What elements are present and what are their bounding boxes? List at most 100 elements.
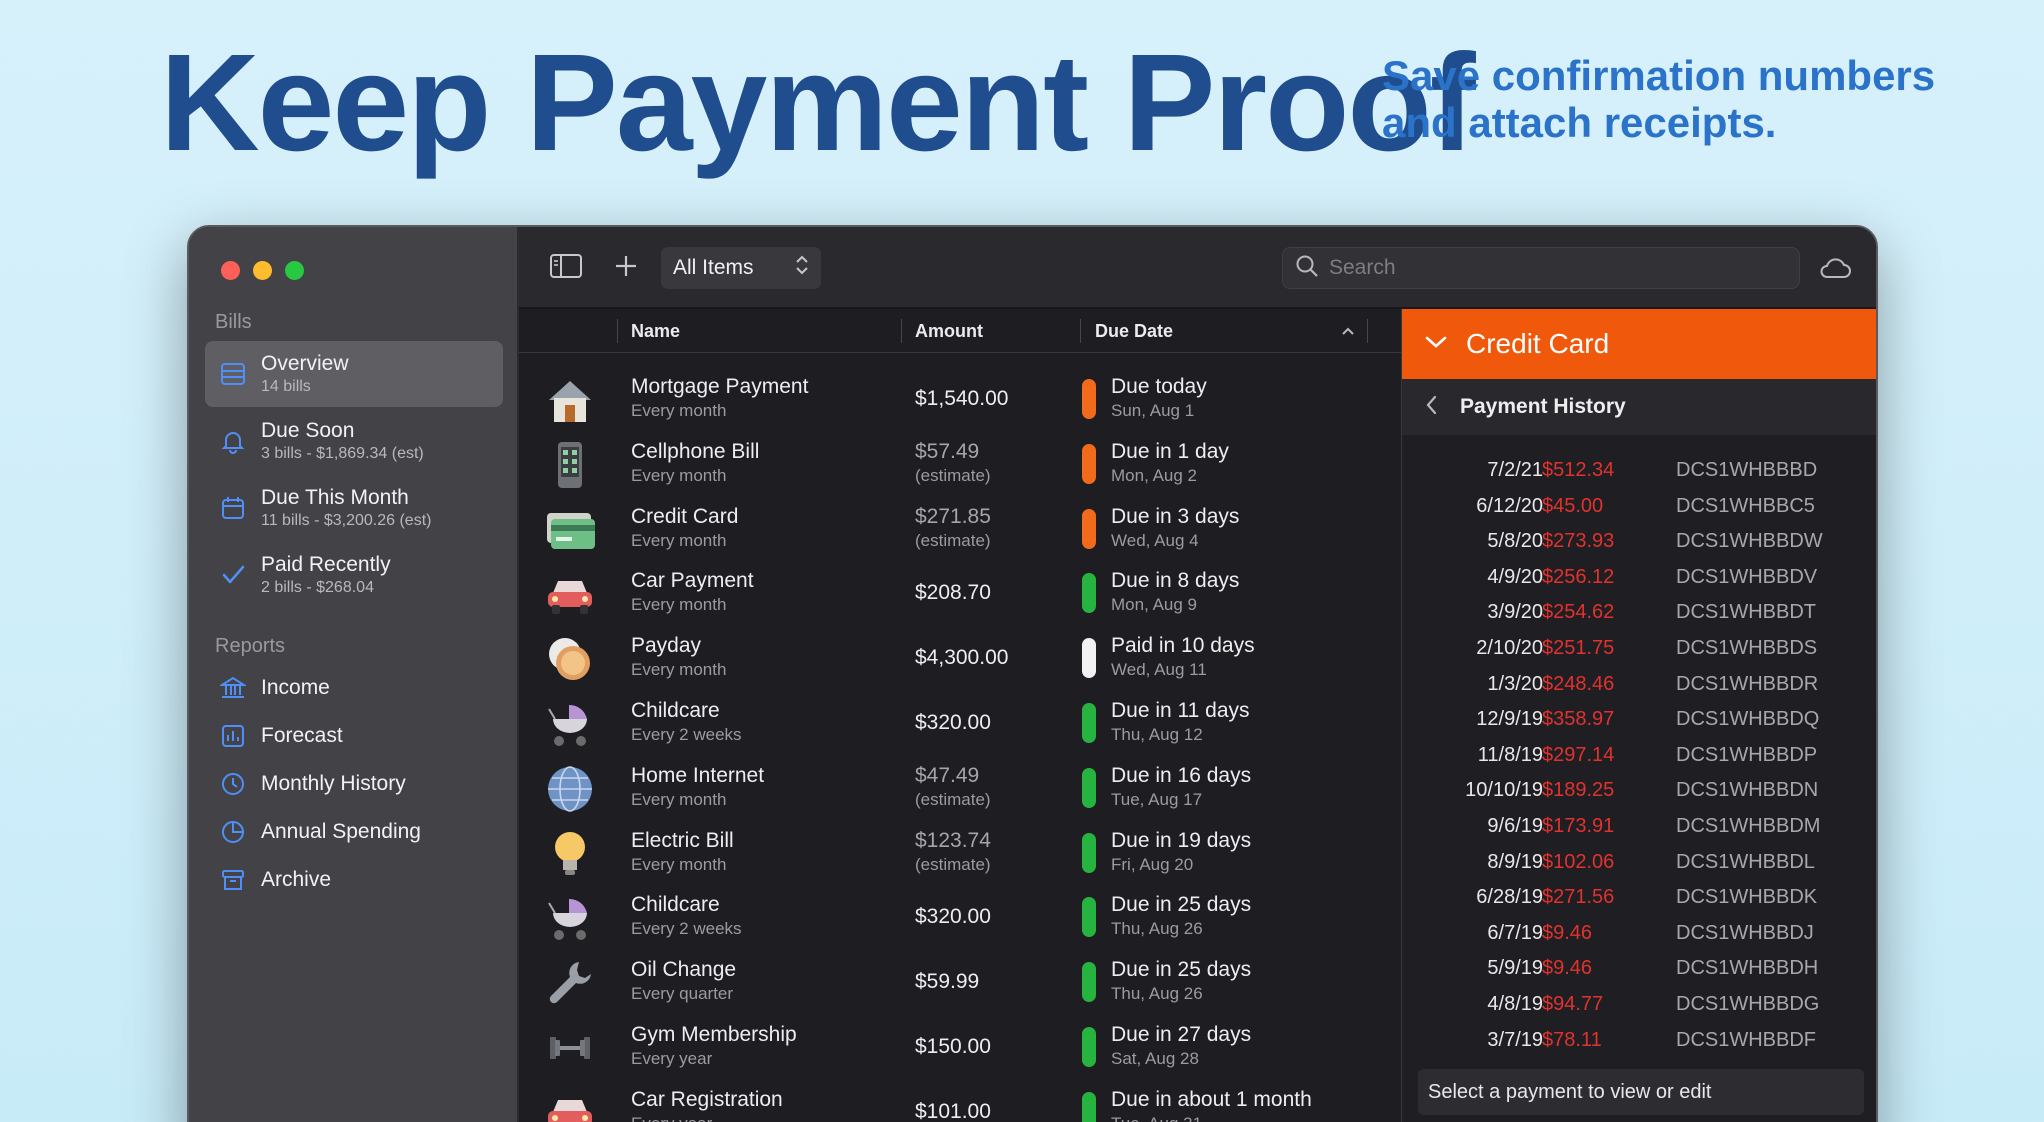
bill-amount: $271.85 [915,504,991,528]
bill-due-date: Mon, Aug 2 [1111,465,1198,485]
table-row[interactable]: Cellphone Bill Every month $57.49 (estimate… [519,432,1401,496]
payment-confirmation-number: DCS1WHBBDT [1676,601,1817,624]
payment-confirmation-number: DCS1WHBBDH [1676,957,1819,980]
table-header: Name Amount Due Date [519,309,1401,353]
car-icon [543,567,597,621]
hero-subtitle-line-1: Save confirmation numbers [1382,52,1936,99]
bill-amount: $123.74 [915,828,991,852]
bank-icon [205,675,261,701]
sidebar-item-due-soon[interactable]: Due Soon 3 bills - $1,869.34 (est) [205,408,503,474]
column-header-due-date[interactable]: Due Date [1095,309,1173,353]
search-input[interactable] [1329,256,1749,280]
column-header-name[interactable]: Name [631,309,680,353]
bill-due-status: Due in 25 days [1111,893,1252,917]
table-row[interactable]: Childcare Every 2 weeks $320.00 Due in 25 d… [519,885,1401,949]
sidebar-item-income[interactable]: Income [205,665,503,711]
status-indicator [1082,638,1096,679]
bills-table: Name Amount Due Date Mortgage Payment Eve… [519,309,1401,1122]
payment-row[interactable]: 10/10/19 $189.25 DCS1WHBBDN [1402,773,1876,808]
chevron-down-icon[interactable] [1424,334,1448,355]
sidebar-item-forecast[interactable]: Forecast [205,713,503,759]
bill-name: Oil Change [631,958,737,982]
payment-amount: $9.46 [1542,921,1593,944]
sidebar-item-annual-spending[interactable]: Annual Spending [205,809,503,855]
payment-row[interactable]: 8/9/19 $102.06 DCS1WHBBDL [1402,845,1876,880]
payment-row[interactable]: 4/9/20 $256.12 DCS1WHBBDV [1402,560,1876,595]
payment-row[interactable]: 6/28/19 $271.56 DCS1WHBBDK [1402,880,1876,915]
search-field[interactable] [1282,247,1800,289]
table-row[interactable]: Payday Every month $4,300.00 Paid in 10 day… [519,626,1401,690]
column-header-amount[interactable]: Amount [915,309,983,353]
table-row[interactable]: Car Payment Every month $208.70 Due in 8 da… [519,561,1401,625]
payment-confirmation-number: DCS1WHBBDG [1676,993,1820,1015]
table-row[interactable]: Mortgage Payment Every month $1,540.00 Due … [519,367,1401,431]
status-indicator [1082,703,1096,743]
payment-row[interactable]: 4/8/19 $94.77 DCS1WHBBDG [1402,987,1876,1022]
bill-due-status: Due in 8 days [1111,569,1240,593]
sidebar-item-paid-recently[interactable]: Paid Recently 2 bills - $268.04 [205,542,503,608]
sidebar-item-overview[interactable]: Overview 14 bills [205,341,503,407]
bill-due-date: Fri, Aug 20 [1111,854,1194,874]
add-bill-button[interactable] [611,251,641,286]
payment-confirmation-number: DCS1WHBBDM [1676,815,1821,837]
table-row[interactable]: Home Internet Every month $47.49 (estimate)… [519,756,1401,820]
bill-due-date: Tue, Aug 17 [1111,789,1203,809]
cloud-sync-icon[interactable] [1818,255,1852,286]
payment-row[interactable]: 6/12/20 $45.00 DCS1WHBBC5 [1402,489,1876,524]
bill-due-date: Wed, Aug 11 [1111,660,1207,680]
up-down-chevron-icon [795,253,809,283]
payment-date: 5/8/20 [1487,530,1543,553]
payment-history-header: Payment History [1402,379,1876,435]
filter-select[interactable]: All Items [661,247,821,289]
payment-row[interactable]: 9/6/19 $173.91 DCS1WHBBDM [1402,809,1876,844]
table-row[interactable]: Car Registration Every year $101.00 Due in … [519,1080,1401,1122]
payment-row[interactable]: 3/9/20 $254.62 DCS1WHBBDT [1402,595,1876,630]
table-row[interactable]: Credit Card Every month $271.85 (estimate) D… [519,497,1401,561]
sidebar-item-monthly-history[interactable]: Monthly History [205,761,503,807]
bill-due-status: Due in 19 days [1111,828,1252,852]
coins-icon [543,632,597,686]
table-row[interactable]: Childcare Every 2 weeks $320.00 Due in 11 d… [519,691,1401,755]
payment-row[interactable]: 5/9/19 $9.46 DCS1WHBBDH [1402,951,1876,986]
payment-date: 9/6/19 [1487,815,1543,837]
sort-ascending-icon[interactable] [1341,309,1355,353]
bill-amount: $1,540.00 [915,387,1009,410]
credit-card-icon [543,503,597,557]
payment-row[interactable]: 6/7/19 $9.46 DCS1WHBBDJ [1402,916,1876,951]
payment-row[interactable]: 2/10/20 $251.75 DCS1WHBBDS [1402,631,1876,666]
sidebar-item-archive[interactable]: Archive [205,857,503,903]
zoom-window-button[interactable] [285,261,304,280]
payment-row[interactable]: 12/9/19 $358.97 DCS1WHBBDQ [1402,702,1876,737]
payment-row[interactable]: 7/2/21 $512.34 DCS1WHBBBD [1402,453,1876,488]
status-indicator [1082,379,1096,419]
table-row[interactable]: Oil Change Every quarter $59.99 Due in 25 d… [519,950,1401,1014]
sidebar-item-due-this-month[interactable]: Due This Month 11 bills - $3,200.26 (est… [205,475,503,541]
bill-due-status: Due in about 1 month [1111,1087,1312,1111]
close-window-button[interactable] [221,261,240,280]
sidebar-item-label: Income [261,676,330,699]
bill-amount: $208.70 [915,581,991,605]
payment-row[interactable]: 5/8/20 $273.93 DCS1WHBBDW [1402,524,1876,559]
payment-confirmation-number: DCS1WHBBC5 [1676,494,1815,517]
payment-amount: $94.77 [1542,993,1604,1015]
bill-amount: $4,300.00 [915,646,1009,670]
table-row[interactable]: Gym Membership Every year $150.00 Due in 27… [519,1015,1401,1079]
payment-date: 12/9/19 [1476,708,1543,731]
bill-frequency: Every month [631,854,727,874]
minimize-window-button[interactable] [253,261,272,280]
back-chevron-icon[interactable] [1424,394,1438,421]
detail-header[interactable]: Credit Card [1402,309,1876,379]
payment-row[interactable]: 1/3/20 $248.46 DCS1WHBBDR [1402,667,1876,702]
payment-row[interactable]: 3/7/19 $78.11 DCS1WHBBDF [1402,1023,1876,1058]
payment-amount: $189.25 [1542,779,1615,802]
sidebar-toggle-icon[interactable] [549,251,583,286]
payment-row[interactable]: 11/8/19 $297.14 DCS1WHBBDP [1402,738,1876,773]
sidebar-item-label: Due Soon [261,419,355,442]
detail-footer: Select a payment to view or edit [1418,1069,1864,1115]
hero-subtitle: Save confirmation numbers and attach rec… [1382,52,1935,146]
payment-confirmation-number: DCS1WHBBDP [1676,743,1818,766]
table-row[interactable]: Electric Bill Every month $123.74 (estimate… [519,821,1401,885]
bill-frequency: Every month [631,595,727,615]
bill-name: Electric Bill [631,828,734,852]
bill-due-status: Due in 3 days [1111,504,1240,528]
